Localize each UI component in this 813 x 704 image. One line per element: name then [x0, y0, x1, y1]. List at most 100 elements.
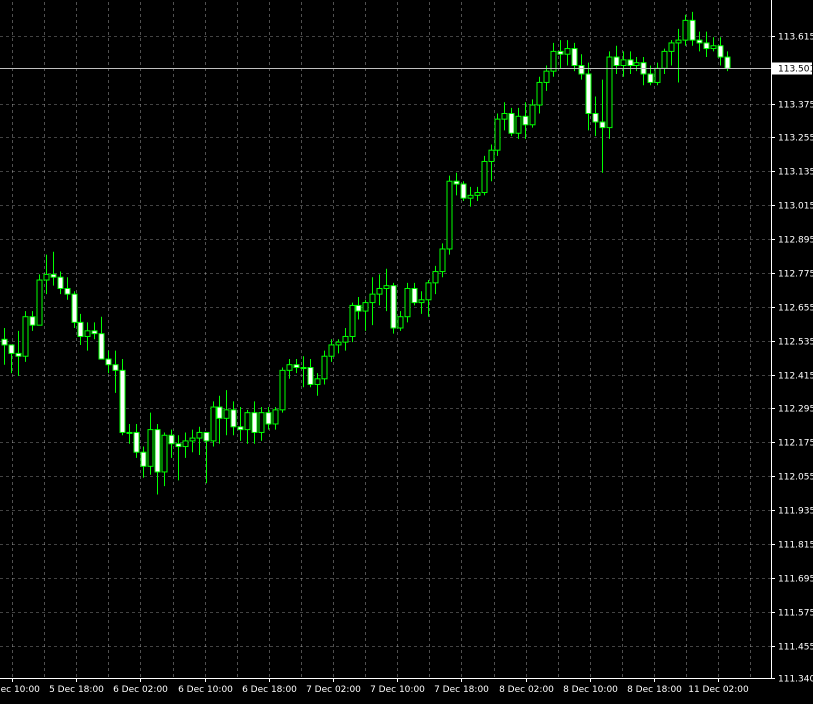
candle-body [633, 62, 640, 67]
candle [98, 316, 105, 360]
candle [599, 79, 606, 173]
candle-body [36, 279, 43, 326]
candle [418, 291, 425, 314]
candle-body [620, 59, 627, 67]
candle-body [203, 431, 210, 442]
y-tick-label: 111.340 [778, 675, 813, 685]
candle-body [43, 273, 50, 281]
x-tick-label: 8 Dec 02:00 [499, 685, 554, 695]
y-tick-label: 112.295 [778, 405, 813, 415]
candle-body [140, 451, 147, 467]
candle [369, 277, 376, 326]
candle [57, 271, 64, 295]
candle [175, 435, 182, 481]
candle [265, 407, 272, 430]
candle [50, 251, 57, 286]
chart-canvas[interactable]: 113.501 113.615 113.375 113.255 113.135 113.… [0, 0, 813, 700]
candle-body [571, 48, 578, 67]
candle [501, 102, 508, 131]
candle [571, 42, 578, 72]
x-tick-label: 8 Dec 18:00 [627, 685, 682, 695]
candle-body [654, 67, 661, 83]
candle [29, 311, 36, 331]
candle [404, 282, 411, 323]
candle-body [397, 316, 404, 329]
candle [585, 62, 592, 131]
candle [481, 155, 488, 196]
candle-body [474, 192, 481, 196]
price-chart[interactable]: 113.501 113.615 113.375 113.255 113.135 113.… [0, 0, 813, 700]
candle [223, 390, 230, 436]
candle [64, 277, 71, 300]
candle-body [84, 330, 91, 337]
candle-body [703, 42, 710, 50]
candle-body [293, 364, 300, 369]
candle-body [216, 406, 223, 419]
candle [620, 51, 627, 77]
candle [682, 14, 689, 46]
candle [606, 51, 613, 139]
candle-body [210, 406, 217, 442]
candle [536, 76, 543, 114]
x-tick-label: 5 Dec 10:00 [0, 685, 40, 695]
candle-body [349, 304, 356, 337]
y-tick-label: 112.415 [778, 372, 813, 382]
candle-body [321, 355, 328, 380]
y-tick-label: 113.015 [778, 202, 813, 212]
candle-body [119, 369, 126, 433]
candle [397, 311, 404, 331]
candle [161, 432, 168, 487]
candle [314, 373, 321, 396]
candle [432, 265, 439, 295]
candle [543, 65, 550, 91]
candle [627, 51, 634, 74]
candle-body [689, 19, 696, 41]
candle-body [189, 437, 196, 442]
candle [1, 328, 8, 365]
candle-body [230, 409, 237, 428]
candle [640, 57, 647, 86]
candle-body [8, 344, 15, 354]
y-tick-label: 112.535 [778, 338, 813, 348]
candle [71, 291, 78, 329]
candle-body [112, 364, 119, 371]
candle-body [64, 287, 71, 295]
candle [307, 359, 314, 388]
x-tick-label: 11 Dec 02:00 [688, 685, 749, 695]
candle [508, 107, 515, 137]
candle-body [446, 180, 453, 250]
y-tick-label: 111.695 [778, 575, 813, 585]
candle [689, 11, 696, 46]
y-tick-label: 113.135 [778, 168, 813, 178]
candle-body [168, 434, 175, 445]
candle-body [22, 316, 29, 357]
candle [522, 102, 529, 139]
candle-body [175, 443, 182, 448]
candle [210, 401, 217, 447]
candle [22, 311, 29, 362]
candle [77, 313, 84, 345]
candle [15, 330, 22, 376]
candle-body [390, 285, 397, 329]
candle-body [585, 73, 592, 114]
candle-body [404, 287, 411, 318]
candle [154, 423, 161, 495]
candle-body [29, 316, 36, 326]
candle-body [57, 276, 64, 289]
candle-body [481, 160, 488, 194]
candle-body [300, 367, 307, 370]
candle [654, 62, 661, 86]
candle-body [599, 121, 606, 129]
candle [425, 280, 432, 317]
y-tick-label: 113.375 [778, 101, 813, 111]
candle [668, 40, 675, 66]
y-tick-label: 111.575 [778, 609, 813, 619]
candle [293, 359, 300, 374]
candle [189, 429, 196, 453]
candle [439, 243, 446, 278]
candle [696, 31, 703, 52]
candle-body [682, 19, 689, 41]
candle [376, 274, 383, 306]
candle [661, 48, 668, 74]
candle-body [133, 431, 140, 453]
